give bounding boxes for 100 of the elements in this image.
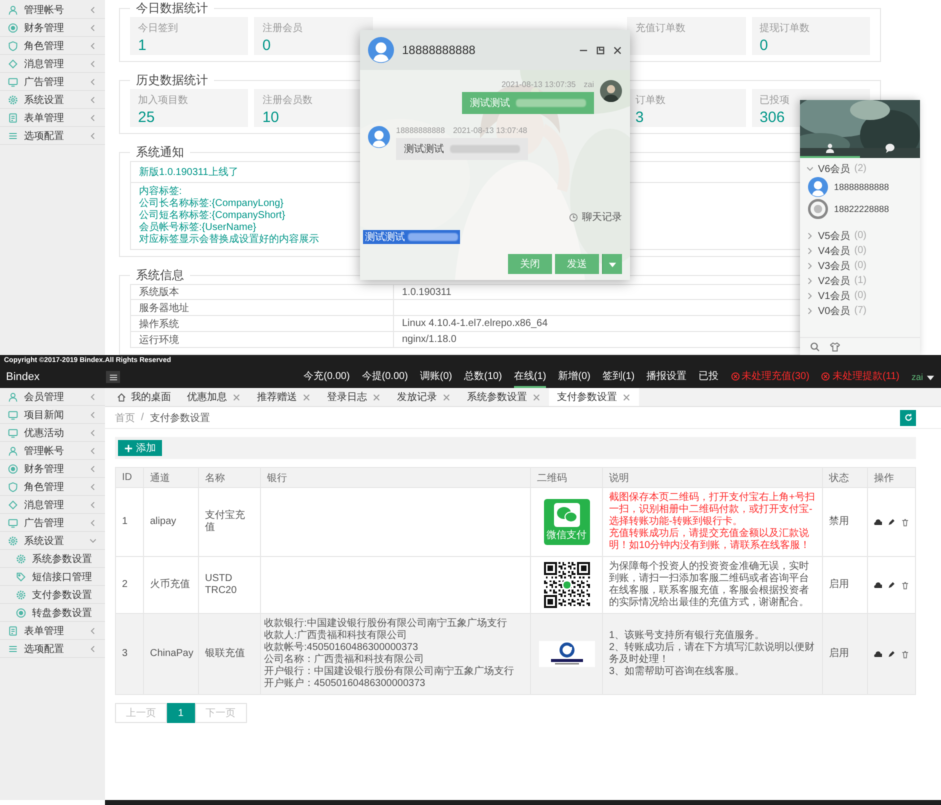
message-text: 测试测试	[470, 96, 510, 110]
sidebar-subitem[interactable]: 系统参数设置	[0, 550, 105, 568]
sidebar-item[interactable]: 广告管理	[0, 73, 105, 91]
sidebar-subitem[interactable]: 转盘参数设置	[0, 604, 105, 622]
sidebar-item[interactable]: 优惠活动	[0, 424, 105, 442]
page-tab[interactable]: 支付参数设置	[549, 388, 639, 406]
group-header[interactable]: V5会员 (0)	[806, 228, 914, 243]
stat-value: 0	[262, 37, 272, 54]
sidebar-item[interactable]: 角色管理	[0, 37, 105, 55]
message-time: 2021-08-13 13:07:35	[501, 80, 576, 89]
user-menu[interactable]: zai	[911, 366, 935, 388]
table-cell: alipay	[144, 488, 198, 556]
logo-text[interactable]: Bindex	[6, 371, 106, 383]
sender-name: 18888888888	[396, 126, 445, 135]
sidebar-item[interactable]: 财务管理	[0, 460, 105, 478]
notice-line: 会员帐号标签:{UserName}	[139, 222, 256, 234]
nav-item[interactable]: 已投	[698, 366, 719, 388]
sidebar-subitem[interactable]: 支付参数设置	[0, 586, 105, 604]
column-header: 二维码	[530, 468, 602, 488]
section-title: 今日数据统计	[135, 0, 209, 17]
stat-value: 0	[760, 37, 769, 54]
notice-line: 内容标签:	[139, 186, 182, 198]
table-cell: 1	[116, 488, 144, 556]
sidebar-item[interactable]: 管理帐号	[0, 1, 105, 19]
nav-item[interactable]: 调账(0)	[420, 366, 452, 388]
sidebar-item[interactable]: 系统设置	[0, 532, 105, 550]
section-title: 系统通知	[135, 144, 185, 161]
sidebar-item[interactable]: 表单管理	[0, 622, 105, 640]
stat-label: 注册会员	[262, 22, 304, 35]
table-cell: 禁用	[822, 488, 868, 556]
sidebar-item[interactable]: 消息管理	[0, 55, 105, 73]
table-cell: 支付宝充值	[198, 488, 260, 556]
group-header[interactable]: V0会员 (7)	[806, 303, 914, 318]
chat-title: 18888888888	[402, 43, 476, 57]
nav-item[interactable]: 播报设置	[646, 366, 687, 388]
message-text: 测试测试	[404, 142, 444, 156]
sidebar-item[interactable]: 角色管理	[0, 478, 105, 496]
selected-text[interactable]: 测试测试	[363, 230, 460, 244]
sidebar-item[interactable]: 消息管理	[0, 496, 105, 514]
sidebar-subitem[interactable]: 短信接口管理	[0, 568, 105, 586]
stat-value: 1	[138, 37, 148, 54]
info-label: 服务器地址	[138, 302, 190, 315]
stat-label: 订单数	[635, 94, 666, 107]
sidebar-item[interactable]: 广告管理	[0, 514, 105, 532]
group-header[interactable]: V4会员 (0)	[806, 243, 914, 258]
notice-headline[interactable]: 新版1.0.190311上线了	[139, 165, 238, 179]
table-cell: 截图保存本页二维码，打开支付宝右上角+号扫一扫，识别相册中二维码付款，或打开支付宝-选择转账功能-转账到银行卡。 充值转账成功后，请提交充值金额以及汇款说明！如10分钟内没有到账，请联系在线客服！	[602, 488, 822, 556]
nav-alert[interactable]: 未处理充值(30)	[730, 366, 810, 388]
contact-item[interactable]: 18822228888	[806, 198, 914, 220]
breadcrumb-item: 支付参数设置	[150, 412, 210, 424]
table-row[interactable]: 1 alipay 支付宝充值 微信支付 截图保存本页二维码，打开支付宝右上角+号扫一扫，识别相册中二维码付款，或打开支付宝-选择转账功能-转账到银行卡。 充值转账成功后，请提交充值金额以及汇款说明！如10分钟内没有到账，请联系在线客服！ 禁用	[116, 488, 916, 556]
sender-name: zai	[584, 80, 594, 89]
group-header[interactable]: V3会员 (0)	[806, 258, 914, 273]
contact-item[interactable]: 18888888888	[806, 176, 914, 198]
breadcrumb-separator: /	[141, 412, 144, 423]
stat-label: 加入项目数	[138, 94, 189, 107]
sidebar-item[interactable]: 选项配置	[0, 640, 105, 658]
column-header: 说明	[602, 468, 822, 488]
notice-line: 公司短名称标签:{CompanyShort}	[139, 210, 286, 222]
column-header: ID	[116, 468, 144, 488]
column-header: 通道	[144, 468, 198, 488]
payment-logo: 微信支付	[544, 499, 590, 545]
notice-line: 对应标签显示会替换成设置好的内容展示	[139, 234, 319, 246]
sidebar-item[interactable]: 项目新闻	[0, 406, 105, 424]
table-cell: 启用	[822, 614, 868, 694]
page-tab[interactable]: 我的桌面	[109, 388, 179, 406]
info-label: 操作系统	[138, 318, 180, 331]
chat-history-link[interactable]: 聊天记录	[569, 210, 622, 224]
sidebar-item[interactable]: 管理帐号	[0, 442, 105, 460]
group-header[interactable]: V2会员 (1)	[806, 273, 914, 288]
column-header: 操作	[868, 468, 916, 488]
add-button[interactable]: 添加	[118, 440, 162, 456]
page-tab[interactable]: 发放记录	[389, 388, 459, 406]
stat-label: 已投项	[760, 94, 791, 107]
sidebar-item[interactable]: 系统设置	[0, 91, 105, 109]
info-label: 系统版本	[138, 286, 180, 299]
table-cell: 收款银行:中国建设银行股份有限公司南宁五象广场支行 收款人:广西贵福和科技有限公司 收款帐号:45050160486300000373 公司名称：广西贵福和科技有限公司 开户银行：中国建设银行股份有限公司南宁五象广场支行 开户账户：45050160486300000373	[260, 614, 530, 694]
nav-item[interactable]: 新增(0)	[558, 366, 590, 388]
stat-label: 提现订单数	[760, 22, 811, 35]
stat-value: 25	[138, 109, 156, 126]
table-cell: 2	[116, 556, 144, 614]
message-time: 2021-08-13 13:07:48	[452, 126, 528, 135]
sidebar-item[interactable]: 选项配置	[0, 127, 105, 145]
sidebar-item[interactable]: 表单管理	[0, 109, 105, 127]
notice-line: 公司长名称标签:{CompanyLong}	[139, 198, 284, 210]
table-cell: 3	[116, 614, 144, 694]
page-tab[interactable]: 系统参数设置	[459, 388, 549, 406]
page-tab[interactable]: 优惠加息	[179, 388, 249, 406]
nav-item[interactable]: 今提(0.00)	[362, 366, 408, 388]
page-button[interactable]: 1	[167, 703, 195, 723]
sidebar-item[interactable]: 财务管理	[0, 19, 105, 37]
page-tab[interactable]: 登录日志	[319, 388, 389, 406]
page-tab[interactable]: 推荐赠送	[249, 388, 319, 406]
nav-item[interactable]: 签到(1)	[602, 366, 635, 388]
nav-item[interactable]: 总数(10)	[464, 366, 502, 388]
nav-alert[interactable]: 未处理提款(11)	[821, 366, 900, 388]
nav-item[interactable]: 今充(0.00)	[304, 366, 350, 388]
group-header[interactable]: V6会员 (2)	[806, 161, 914, 176]
stat-value: 306	[760, 109, 786, 126]
table-cell: 1、该账号支持所有银行充值服务。 2、转账成功后，请在下方填写汇款说明以便财务及时处理！ 3、如需帮助可咨询在线客服。	[602, 614, 822, 694]
